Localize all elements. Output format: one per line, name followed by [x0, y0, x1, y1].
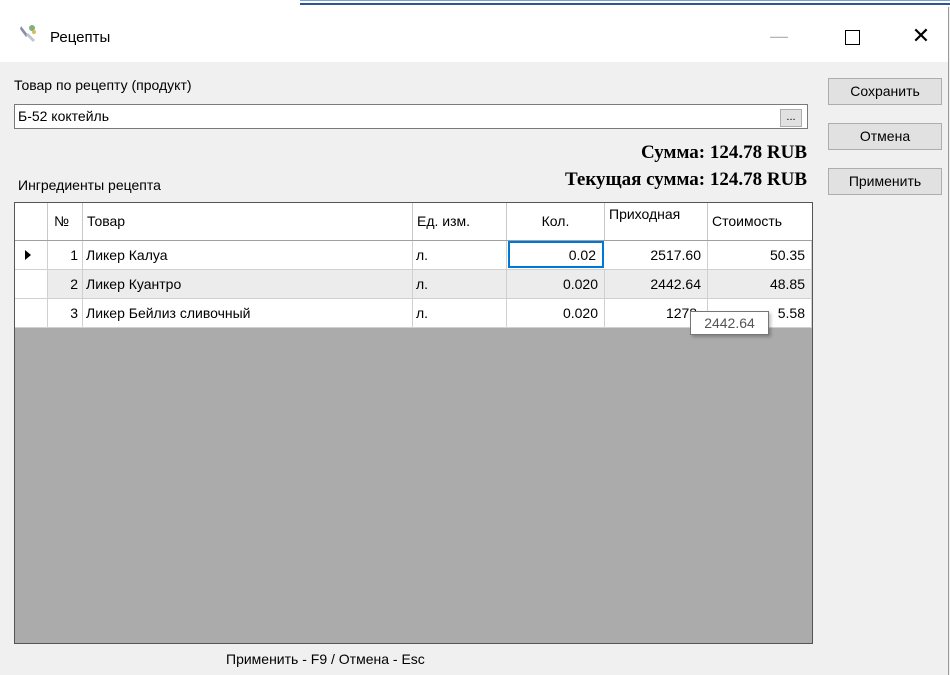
cell-unit[interactable]: л.: [413, 299, 507, 327]
cell-price[interactable]: 2442.64: [605, 270, 708, 298]
maximize-button[interactable]: [829, 16, 875, 56]
header-unit[interactable]: Ед. изм.: [413, 203, 507, 240]
browse-button[interactable]: ...: [780, 109, 802, 127]
cell-product[interactable]: Ликер Калуа: [83, 241, 413, 269]
row-selector[interactable]: [15, 299, 48, 327]
ingredients-label: Ингредиенты рецепта: [18, 177, 161, 193]
grid-header: № Товар Ед. изм. Кол. Приходная Стоимост…: [15, 203, 812, 241]
window-title: Рецепты: [50, 29, 111, 46]
cell-qty-editing[interactable]: 0.02: [508, 241, 604, 268]
recipes-window: Рецепты — ✕ Товар по рецепту (продукт) Б…: [0, 7, 949, 675]
current-row-arrow-icon: [25, 250, 31, 260]
cell-num: 2: [48, 270, 83, 298]
current-sum-total: Текущая сумма: 124.78 RUB: [564, 169, 807, 190]
cell-unit[interactable]: л.: [413, 241, 507, 269]
header-product[interactable]: Товар: [83, 203, 413, 240]
sum-total: Сумма: 124.78 RUB: [641, 142, 807, 163]
cancel-button[interactable]: Отмена: [828, 123, 942, 150]
cell-unit[interactable]: л.: [413, 270, 507, 298]
cell-product[interactable]: Ликер Бейлиз сливочный: [83, 299, 413, 327]
product-value: Б-52 коктейль: [18, 108, 109, 124]
table-row[interactable]: 1 Ликер Калуа л. 0.02 2517.60 50.35: [15, 241, 812, 270]
header-price[interactable]: Приходная: [605, 203, 708, 240]
ingredients-grid[interactable]: № Товар Ед. изм. Кол. Приходная Стоимост…: [14, 202, 813, 644]
cell-qty[interactable]: 0.020: [507, 299, 605, 327]
product-label: Товар по рецепту (продукт): [14, 77, 192, 93]
header-cost[interactable]: Стоимость: [708, 203, 812, 240]
row-selector[interactable]: [15, 270, 48, 298]
shortcut-hint: Применить - F9 / Отмена - Esc: [226, 651, 425, 667]
table-row[interactable]: 2 Ликер Куантро л. 0.020 2442.64 48.85: [15, 270, 812, 299]
header-selector: [15, 203, 48, 240]
title-bar[interactable]: Рецепты — ✕: [0, 7, 948, 62]
minimize-icon: —: [770, 26, 788, 46]
header-num[interactable]: №: [48, 203, 83, 240]
cell-cost[interactable]: 50.35: [708, 241, 812, 269]
cell-price[interactable]: 2517.60: [605, 241, 708, 269]
product-field[interactable]: Б-52 коктейль: [14, 104, 808, 129]
recipe-app-icon: [20, 25, 36, 42]
cell-tooltip: 2442.64: [690, 311, 769, 335]
cell-num: 3: [48, 299, 83, 327]
close-icon: ✕: [911, 23, 931, 48]
cell-product[interactable]: Ликер Куантро: [83, 270, 413, 298]
row-selector[interactable]: [15, 241, 48, 269]
header-qty[interactable]: Кол.: [507, 203, 605, 240]
top-border: [0, 0, 950, 7]
cell-qty[interactable]: 0.020: [507, 270, 605, 298]
close-button[interactable]: ✕: [898, 16, 944, 56]
minimize-button[interactable]: —: [756, 16, 802, 56]
apply-button[interactable]: Применить: [828, 168, 942, 195]
cell-num: 1: [48, 241, 83, 269]
maximize-icon: [844, 29, 860, 45]
cell-cost[interactable]: 48.85: [708, 270, 812, 298]
save-button[interactable]: Сохранить: [828, 78, 942, 105]
